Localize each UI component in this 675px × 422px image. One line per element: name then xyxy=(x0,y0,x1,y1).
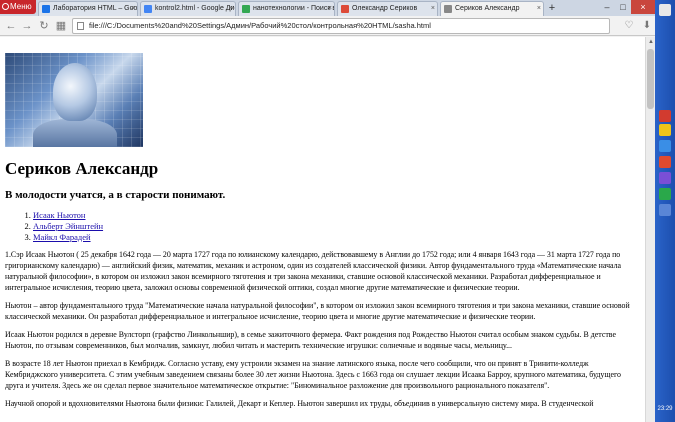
taskbar-app-icon[interactable] xyxy=(659,124,671,136)
tab-title: нанотехнологии - Поиск в xyxy=(253,5,335,12)
back-arrow-icon[interactable]: ← xyxy=(4,19,18,33)
paragraph: Исаак Ньютон родился в деревне Вулсторп … xyxy=(5,330,616,350)
paragraph: В возрасте 18 лет Ньютон приехал в Кембр… xyxy=(5,359,621,390)
tab-close-icon[interactable]: × xyxy=(328,2,332,15)
taskbar-app-icon[interactable] xyxy=(659,4,671,16)
vertical-scrollbar[interactable]: ▲ xyxy=(645,37,655,422)
minimize-button[interactable]: – xyxy=(599,0,615,14)
tab-favicon-icon xyxy=(144,5,152,13)
address-bar[interactable]: file:///C:/Documents%20and%20Settings/Ад… xyxy=(72,18,610,34)
tab-strip: Меню Лаборатория HTML – Google × kontrol2.… xyxy=(0,0,655,16)
address-text: file:///C:/Documents%20and%20Settings/Ад… xyxy=(89,21,431,30)
paragraph: Научной опорой и вдохновителями Ньютона … xyxy=(5,399,594,408)
link-einstein[interactable]: Альберт Эйнштейн xyxy=(33,221,103,231)
taskbar-app-icon[interactable] xyxy=(659,156,671,168)
close-window-button[interactable]: × xyxy=(631,0,655,14)
paragraph: Ньютон – автор фундаментального труда "М… xyxy=(5,301,630,321)
reload-icon[interactable]: ↻ xyxy=(37,19,51,33)
scientists-list: Исаак Ньютон Альберт Эйнштейн Майкл Фара… xyxy=(33,210,641,243)
speed-dial-grid-icon[interactable]: ▦ xyxy=(54,19,68,33)
browser-tab[interactable]: kontrol2.html - Google Диск × xyxy=(140,1,236,16)
list-item: Альберт Эйнштейн xyxy=(33,221,641,232)
window-controls: – □ × xyxy=(599,0,655,14)
paragraph: 1.Сэр Исаак Ньютон ( 25 декабря 1642 год… xyxy=(5,250,622,292)
tab-favicon-icon xyxy=(444,5,452,13)
browser-tab[interactable]: Лаборатория HTML – Google × xyxy=(38,1,138,16)
list-item: Исаак Ньютон xyxy=(33,210,641,221)
link-faraday[interactable]: Майкл Фарадей xyxy=(33,232,91,242)
browser-tab[interactable]: нанотехнологии - Поиск в × xyxy=(238,1,335,16)
tab-close-icon[interactable]: × xyxy=(537,2,541,15)
browser-tab[interactable]: Сериков Александр × xyxy=(440,1,544,16)
bookmark-heart-icon[interactable]: ♡ xyxy=(622,18,636,34)
opera-logo-icon xyxy=(2,3,9,10)
taskbar-app-icon[interactable] xyxy=(659,172,671,184)
menu-label: Меню xyxy=(10,2,32,11)
page-title: Сериков Александр xyxy=(5,159,159,178)
tab-favicon-icon xyxy=(42,5,50,13)
tab-favicon-icon xyxy=(341,5,349,13)
page-motto: В молодости учатся, а в старости понимаю… xyxy=(5,189,226,201)
taskbar-app-icon[interactable] xyxy=(659,140,671,152)
tab-title: Олександр Сериков xyxy=(352,5,418,12)
taskbar-app-icon[interactable] xyxy=(659,204,671,216)
page-content: Сериков Александр В молодости учатся, а … xyxy=(0,37,645,409)
downloads-icon[interactable]: ⬇ xyxy=(640,18,654,34)
robot-head-image xyxy=(5,53,143,147)
taskbar-app-icon[interactable] xyxy=(659,188,671,200)
browser-tab[interactable]: Олександр Сериков × xyxy=(337,1,438,16)
taskbar-app-icon[interactable] xyxy=(659,110,671,122)
windows-taskbar: 23:29 xyxy=(655,0,675,422)
browser-window: Меню Лаборатория HTML – Google × kontrol2.… xyxy=(0,0,655,422)
list-item: Майкл Фарадей xyxy=(33,232,641,243)
maximize-button[interactable]: □ xyxy=(615,0,631,14)
tab-close-icon[interactable]: × xyxy=(131,2,135,15)
tab-favicon-icon xyxy=(242,5,250,13)
scrollbar-thumb[interactable] xyxy=(647,49,654,109)
tab-title: Лаборатория HTML – Google xyxy=(53,5,138,12)
navigation-bar: ← → ↻ ▦ file:///C:/Documents%20and%20Set… xyxy=(0,16,655,36)
tab-title: Сериков Александр xyxy=(455,5,520,12)
opera-menu-button[interactable]: Меню xyxy=(0,0,36,14)
tab-title: kontrol2.html - Google Диск xyxy=(155,5,236,12)
tab-close-icon[interactable]: × xyxy=(431,2,435,15)
page-icon xyxy=(77,22,84,30)
tab-close-icon[interactable]: × xyxy=(229,2,233,15)
new-tab-button[interactable]: + xyxy=(546,2,558,14)
page-viewport[interactable]: Сериков Александр В молодости учатся, а … xyxy=(0,37,645,422)
link-newton[interactable]: Исаак Ньютон xyxy=(33,210,85,220)
taskbar-clock: 23:29 xyxy=(657,406,673,412)
forward-arrow-icon[interactable]: → xyxy=(20,19,34,33)
